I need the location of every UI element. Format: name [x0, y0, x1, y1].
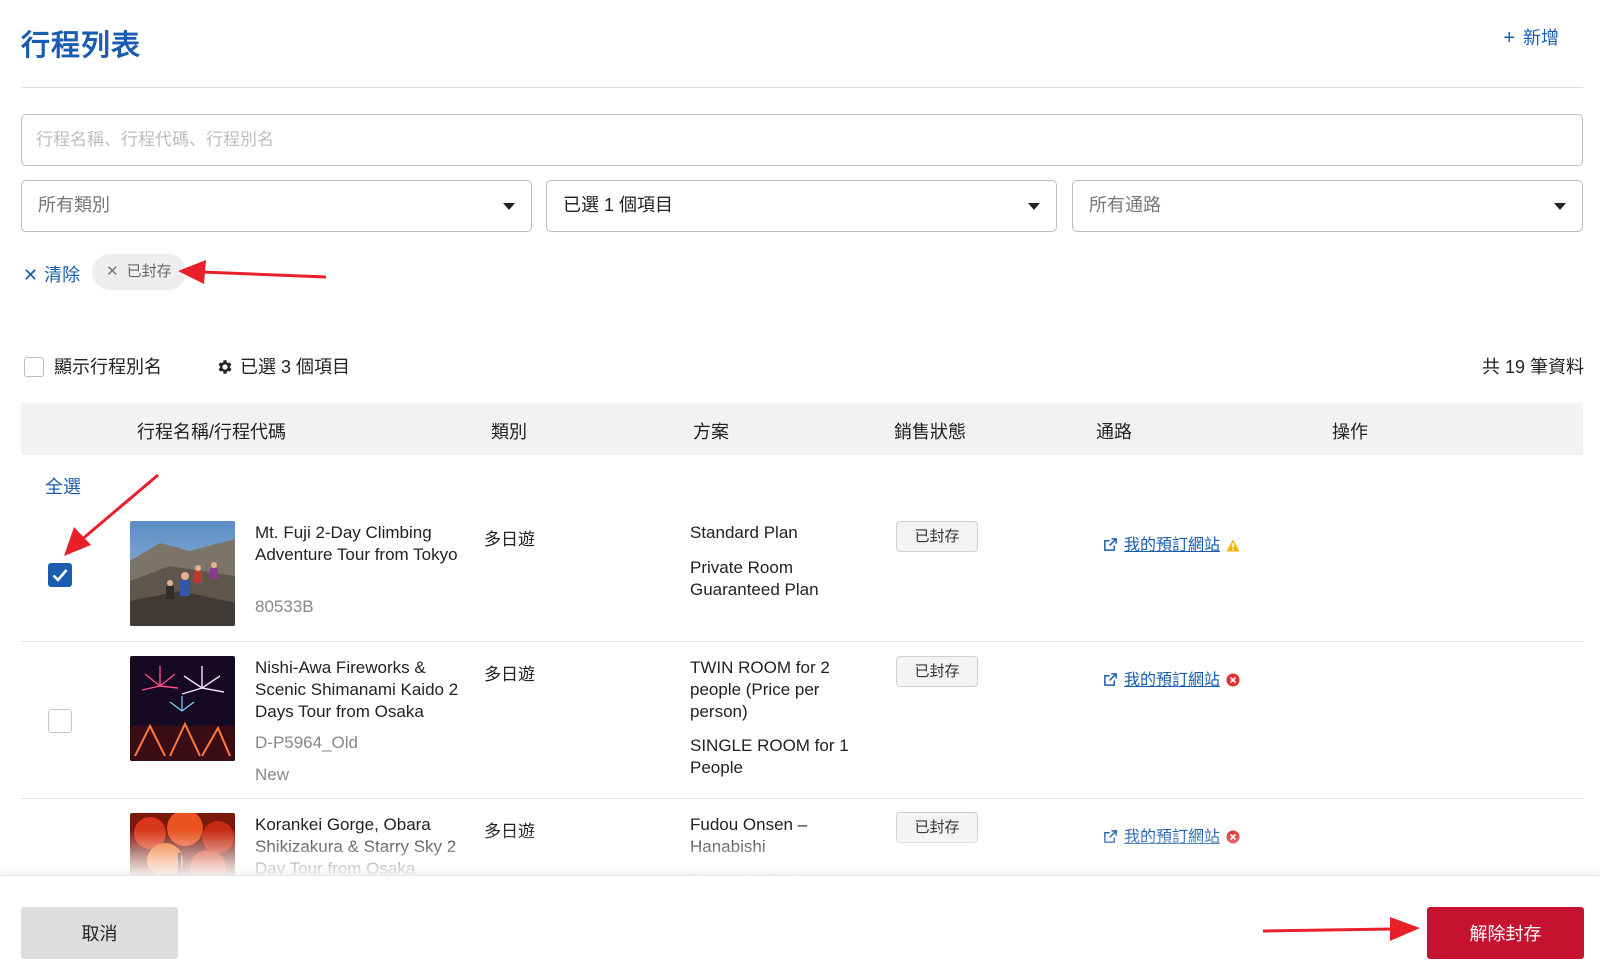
plan-name: TWIN ROOM for 2 people (Price per person…: [690, 658, 830, 721]
tour-name-link[interactable]: Nishi-Awa Fireworks & Scenic Shimanami K…: [255, 657, 467, 723]
plan-name: Fudou Onsen – Hanabishi: [690, 815, 808, 856]
channel-link-label: 我的預訂網站: [1124, 672, 1221, 689]
status-filter-value: 已選 1 個項目: [563, 195, 674, 215]
tour-name-link[interactable]: Mt. Fuji 2-Day Climbing Adventure Tour f…: [255, 522, 467, 566]
clear-filters-label: 清除: [44, 265, 81, 285]
channel-filter-value: 所有通路: [1089, 195, 1161, 215]
clear-filters-button[interactable]: ✕ 清除: [23, 261, 80, 287]
category-filter-select[interactable]: 所有類別: [21, 180, 532, 232]
plus-icon: +: [1503, 27, 1515, 49]
status-filter-select[interactable]: 已選 1 個項目: [546, 180, 1057, 232]
column-header-name: 行程名稱/行程代碼: [137, 422, 287, 442]
tour-code: D-P5964_Old: [255, 733, 359, 752]
column-header-status: 銷售狀態: [894, 422, 966, 442]
filter-chip-label: 已封存: [126, 263, 172, 280]
channel-link-label: 我的預訂網站: [1124, 537, 1221, 554]
plan-name: SINGLE ROOM for 1 People: [690, 736, 849, 777]
add-button[interactable]: + 新增: [1503, 24, 1559, 50]
status-badge: 已封存: [896, 812, 978, 843]
search-input[interactable]: [21, 114, 1583, 166]
filter-chip-archived[interactable]: ✕ 已封存: [92, 254, 186, 290]
table-header: 行程名稱/行程代碼 類別 方案 銷售狀態 通路 操作: [21, 403, 1583, 455]
column-header-channel: 通路: [1096, 422, 1132, 442]
tour-category: 多日遊: [484, 530, 535, 549]
status-badge: 已封存: [896, 656, 978, 687]
show-alias-checkbox[interactable]: [24, 357, 44, 377]
status-badge: 已封存: [896, 521, 978, 552]
row-checkbox[interactable]: [48, 709, 72, 733]
cancel-button[interactable]: 取消: [21, 907, 178, 959]
plan-name: Standard Plan: [690, 523, 798, 542]
unarchive-button[interactable]: 解除封存: [1427, 907, 1584, 959]
channel-link-label: 我的預訂網站: [1124, 829, 1221, 846]
external-link-icon: [1104, 538, 1117, 551]
category-filter-value: 所有類別: [38, 195, 110, 215]
channel-filter-select[interactable]: 所有通路: [1072, 180, 1583, 232]
channel-link[interactable]: 我的預訂網站: [1103, 823, 1240, 847]
action-bar: [0, 875, 1600, 972]
channel-link[interactable]: 我的預訂網站: [1103, 531, 1240, 555]
row-checkbox[interactable]: [48, 563, 72, 587]
tour-code: 80533B: [255, 597, 314, 616]
column-header-plan: 方案: [693, 422, 729, 442]
show-alias-toggle[interactable]: 顯示行程別名: [24, 353, 162, 379]
show-alias-label: 顯示行程別名: [54, 357, 162, 377]
row-divider: [21, 798, 1583, 799]
warning-icon: [1226, 539, 1240, 552]
column-settings-label: 已選 3 個項目: [240, 357, 351, 377]
caret-down-icon: [1028, 203, 1040, 210]
add-label: 新增: [1523, 28, 1559, 48]
tour-thumbnail: [130, 656, 235, 761]
error-icon: [1226, 830, 1240, 844]
plan-name: Private Room Guaranteed Plan: [690, 558, 819, 599]
column-header-category: 類別: [491, 422, 527, 442]
close-icon: ✕: [23, 265, 39, 285]
caret-down-icon: [1554, 203, 1566, 210]
column-settings-button[interactable]: 已選 3 個項目: [216, 353, 350, 379]
caret-down-icon: [503, 203, 515, 210]
row-divider: [21, 641, 1583, 642]
column-header-actions: 操作: [1332, 422, 1368, 442]
tour-thumbnail: [130, 521, 235, 626]
tour-tag: New: [255, 765, 290, 784]
gear-icon: [218, 360, 232, 374]
page-header: 行程列表 + 新增: [21, 20, 1583, 88]
page-title: 行程列表: [21, 30, 142, 62]
tour-category: 多日遊: [484, 665, 535, 684]
select-all-link[interactable]: 全選: [45, 473, 81, 499]
external-link-icon: [1104, 673, 1117, 686]
error-icon: [1226, 673, 1240, 687]
external-link-icon: [1104, 830, 1117, 843]
annotation-arrow: [178, 260, 327, 284]
check-icon: [52, 569, 68, 582]
channel-link[interactable]: 我的預訂網站: [1103, 666, 1240, 690]
tour-category: 多日遊: [484, 822, 535, 841]
tour-name-link[interactable]: Korankei Gorge, Obara Shikizakura & Star…: [255, 814, 467, 880]
total-count: 共 19 筆資料: [1481, 357, 1584, 377]
close-icon[interactable]: ✕: [106, 263, 119, 280]
